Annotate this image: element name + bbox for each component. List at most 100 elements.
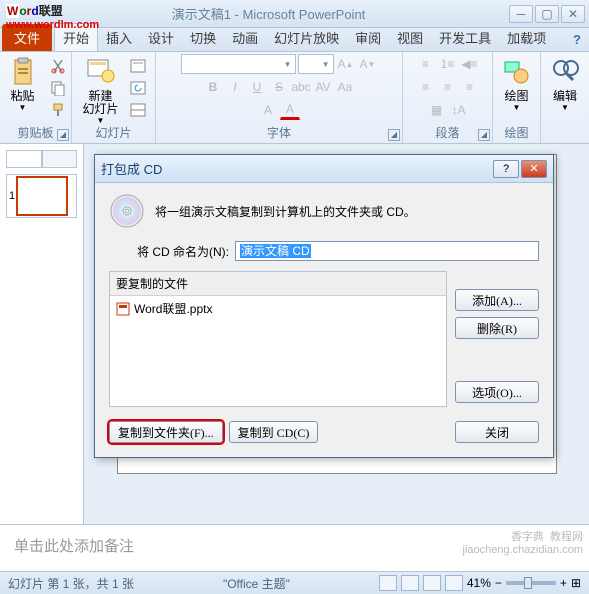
- options-button[interactable]: 选项(O)...: [455, 381, 539, 403]
- cut-icon: [50, 58, 66, 74]
- dialog-close-button[interactable]: ✕: [521, 160, 547, 178]
- cd-name-input[interactable]: 演示文稿 CD: [235, 241, 539, 261]
- cut-button[interactable]: [47, 56, 69, 76]
- cd-name-label: 将 CD 命名为(N):: [137, 243, 229, 260]
- ribbon-help-icon[interactable]: ?: [565, 28, 589, 51]
- copy-to-folder-button[interactable]: 复制到文件夹(F)...: [109, 421, 223, 443]
- ribbon-content: 粘贴 ▼ 剪贴板◢ 新建 幻灯片 ▼ 幻灯片: [0, 52, 589, 144]
- tab-addins[interactable]: 加载项: [499, 24, 554, 51]
- package-cd-dialog: 打包成 CD ? ✕ 将一组演示文稿复制到计算机上的文件夹或 CD。 将 CD …: [94, 154, 554, 458]
- reset-button[interactable]: [127, 78, 149, 98]
- clipboard-dialog-launcher[interactable]: ◢: [57, 129, 69, 141]
- dialog-title: 打包成 CD: [101, 159, 493, 178]
- numbering-button[interactable]: 1≡: [438, 54, 458, 74]
- pptx-icon: [116, 302, 130, 316]
- text-direction-button[interactable]: ↕A: [449, 100, 469, 120]
- sorter-view-button[interactable]: [401, 575, 419, 591]
- paste-button[interactable]: 粘贴 ▼: [3, 54, 43, 114]
- ribbon-tabstrip: 文件 开始 插入 设计 切换 动画 幻灯片放映 审阅 视图 开发工具 加载项 ?: [0, 28, 589, 52]
- align-right-button[interactable]: ≡: [460, 77, 480, 97]
- editing-button[interactable]: 编辑 ▼: [545, 54, 585, 114]
- layout-button[interactable]: [127, 56, 149, 76]
- thumb-number: 1: [9, 190, 15, 202]
- paragraph-dialog-launcher[interactable]: ◢: [478, 129, 490, 141]
- grow-font-button[interactable]: A▲: [336, 54, 356, 74]
- wordlm-logo: Word联盟 www.wordlm.com: [6, 2, 99, 31]
- tab-slideshow[interactable]: 幻灯片放映: [266, 24, 347, 51]
- close-dialog-button[interactable]: 关闭: [455, 421, 539, 443]
- drawing-group-label: 绘图: [504, 126, 528, 140]
- app-title: 演示文稿1 - Microsoft PowerPoint: [28, 4, 509, 23]
- align-center-button[interactable]: ≡: [438, 77, 458, 97]
- thumbnail-panel: 1: [0, 144, 84, 524]
- tab-developer[interactable]: 开发工具: [431, 24, 499, 51]
- dialog-description: 将一组演示文稿复制到计算机上的文件夹或 CD。: [155, 203, 416, 220]
- bold-button[interactable]: B: [203, 77, 223, 97]
- shapes-icon: [501, 56, 533, 88]
- char-spacing-button[interactable]: AV: [313, 77, 333, 97]
- italic-button[interactable]: I: [225, 77, 245, 97]
- strike-button[interactable]: S: [269, 77, 289, 97]
- statusbar: 幻灯片 第 1 张，共 1 张 "Office 主题" 41% − + ⊞: [0, 572, 589, 594]
- zoom-percent[interactable]: 41%: [467, 576, 491, 590]
- drawing-button[interactable]: 绘图 ▼: [497, 54, 537, 114]
- slides-tab[interactable]: [6, 150, 42, 168]
- font-color-button[interactable]: A: [280, 100, 300, 120]
- section-icon: [130, 103, 146, 117]
- section-button[interactable]: [127, 100, 149, 120]
- copy-to-cd-button[interactable]: 复制到 CD(C): [229, 421, 319, 443]
- fit-to-window-button[interactable]: ⊞: [571, 576, 581, 590]
- shrink-font-button[interactable]: A▼: [358, 54, 378, 74]
- zoom-out-button[interactable]: −: [495, 576, 502, 590]
- font-group-label: 字体: [267, 126, 291, 140]
- clear-format-button[interactable]: A: [258, 100, 278, 120]
- paragraph-group-label: 段落: [435, 126, 459, 140]
- font-name-select[interactable]: ▼: [181, 54, 296, 74]
- paste-icon: [7, 56, 39, 88]
- tab-review[interactable]: 审阅: [347, 24, 389, 51]
- brush-icon: [50, 102, 66, 118]
- minimize-button[interactable]: ─: [509, 5, 533, 23]
- close-button[interactable]: ✕: [561, 5, 585, 23]
- shadow-button[interactable]: abc: [291, 77, 311, 97]
- bullets-button[interactable]: ≡: [416, 54, 436, 74]
- reset-icon: [130, 81, 146, 95]
- notes-pane[interactable]: 单击此处添加备注: [0, 524, 589, 572]
- remove-button[interactable]: 删除(R): [455, 317, 539, 339]
- font-dialog-launcher[interactable]: ◢: [388, 129, 400, 141]
- tab-insert[interactable]: 插入: [98, 24, 140, 51]
- normal-view-button[interactable]: [379, 575, 397, 591]
- files-header: 要复制的文件: [110, 272, 446, 296]
- reading-view-button[interactable]: [423, 575, 441, 591]
- theme-name: "Office 主题": [144, 575, 369, 592]
- slide-thumbnail[interactable]: 1: [6, 174, 77, 218]
- zoom-in-button[interactable]: +: [560, 576, 567, 590]
- file-item[interactable]: Word联盟.pptx: [116, 300, 440, 317]
- tab-design[interactable]: 设计: [140, 24, 182, 51]
- tab-transitions[interactable]: 切换: [182, 24, 224, 51]
- file-name: Word联盟.pptx: [134, 300, 212, 317]
- zoom-slider[interactable]: [506, 581, 556, 585]
- layout-icon: [130, 59, 146, 73]
- slides-group-label: 幻灯片: [95, 126, 131, 140]
- tab-view[interactable]: 视图: [389, 24, 431, 51]
- notes-placeholder: 单击此处添加备注: [14, 539, 134, 555]
- columns-button[interactable]: ▦: [427, 100, 447, 120]
- copy-button[interactable]: [47, 78, 69, 98]
- slideshow-view-button[interactable]: [445, 575, 463, 591]
- change-case-button[interactable]: Aa: [335, 77, 355, 97]
- font-size-select[interactable]: ▼: [298, 54, 334, 74]
- outline-tab[interactable]: [42, 150, 78, 168]
- dialog-help-button[interactable]: ?: [493, 160, 519, 178]
- new-slide-button[interactable]: 新建 幻灯片 ▼: [78, 54, 122, 127]
- add-button[interactable]: 添加(A)...: [455, 289, 539, 311]
- indent-dec-button[interactable]: ◀≡: [460, 54, 480, 74]
- maximize-button[interactable]: ▢: [535, 5, 559, 23]
- tab-animations[interactable]: 动画: [224, 24, 266, 51]
- files-listbox[interactable]: 要复制的文件 Word联盟.pptx: [109, 271, 447, 407]
- slide-counter: 幻灯片 第 1 张，共 1 张: [8, 575, 134, 592]
- underline-button[interactable]: U: [247, 77, 267, 97]
- dialog-titlebar[interactable]: 打包成 CD ? ✕: [95, 155, 553, 183]
- align-left-button[interactable]: ≡: [416, 77, 436, 97]
- format-painter-button[interactable]: [47, 100, 69, 120]
